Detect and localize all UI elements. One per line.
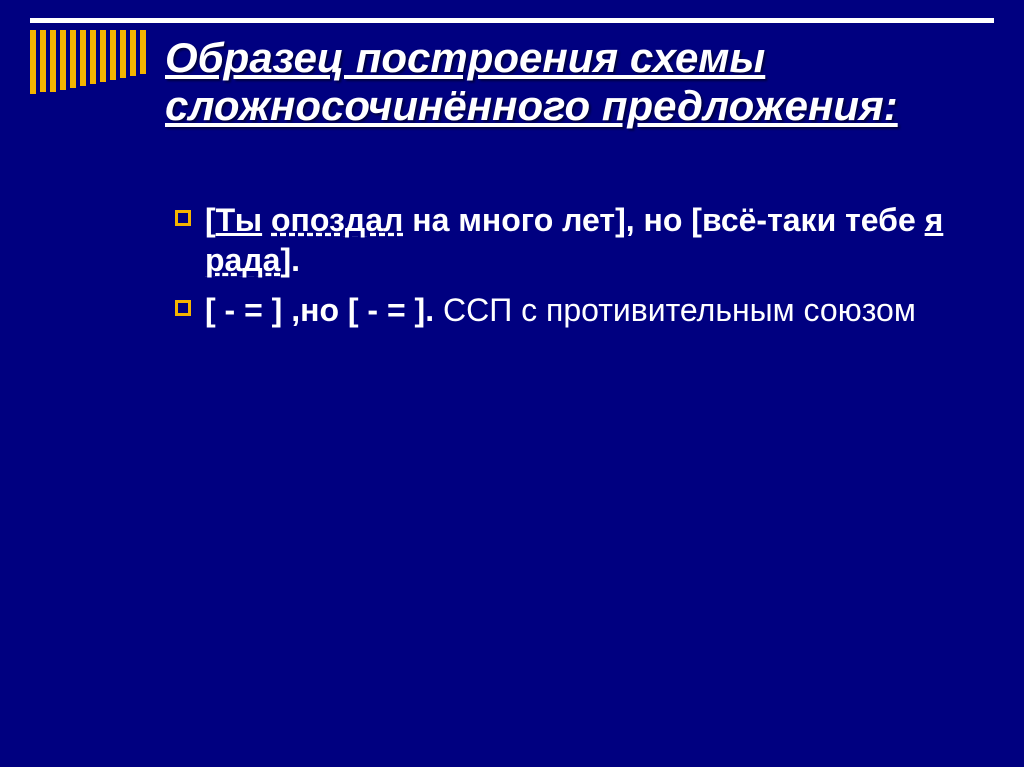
bullet-item: [Ты опоздал на много лет], но [всё-таки …	[175, 200, 954, 280]
slide-body: [Ты опоздал на много лет], но [всё-таки …	[175, 200, 954, 340]
top-rule	[30, 18, 994, 23]
end-bracket: ].	[280, 242, 300, 278]
subject-2: я	[925, 202, 944, 238]
bullet-text: [ - = ] ,но [ - = ]. ССП с противительны…	[205, 290, 954, 330]
bullet-item: [ - = ] ,но [ - = ]. ССП с противительны…	[175, 290, 954, 330]
bullet-icon	[175, 210, 191, 226]
slide-title: Образец построения схемы сложносочинённо…	[165, 34, 964, 131]
scheme-text: [ - = ] ,но [ - = ].	[205, 292, 434, 328]
open-bracket: [	[205, 202, 216, 238]
space	[262, 202, 271, 238]
slide: Образец построения схемы сложносочинённо…	[0, 0, 1024, 767]
predicate-2: рада	[205, 242, 280, 278]
decorative-stripes	[30, 30, 146, 94]
subject-1: Ты	[216, 202, 262, 238]
predicate-1: опоздал	[271, 202, 403, 238]
bullet-icon	[175, 300, 191, 316]
bullet-text: [Ты опоздал на много лет], но [всё-таки …	[205, 200, 954, 280]
scheme-tail: ССП с противительным союзом	[434, 292, 916, 328]
mid-text: на много лет], но [всё-таки тебе	[403, 202, 924, 238]
